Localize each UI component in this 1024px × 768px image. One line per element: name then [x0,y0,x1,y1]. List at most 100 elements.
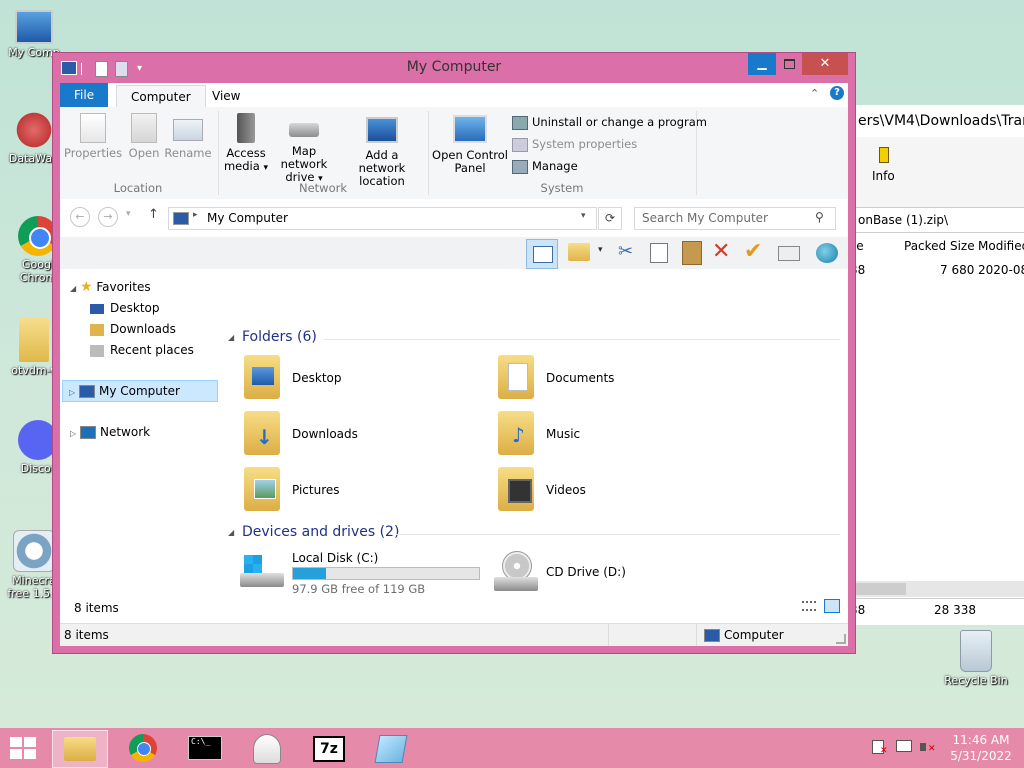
forward-arrow-icon: → [103,210,113,223]
computer-icon [173,212,189,225]
bg-address[interactable]: onBase (1).zip\ [846,207,1024,233]
col-packed-size[interactable]: Packed Size [904,235,975,257]
rename-small-icon[interactable] [778,246,800,261]
navigation-pane: ◢ ★ Favorites Desktop Downloads Recent p… [60,273,220,623]
maximize-button[interactable] [776,53,802,75]
copy-icon[interactable] [650,243,668,263]
start-button[interactable] [10,737,38,759]
preview-pane-button[interactable] [526,239,558,269]
system-properties-button[interactable]: System properties [512,135,637,153]
help-icon[interactable]: ? [830,86,844,100]
folder-item-music[interactable]: ♪ Music [494,409,734,459]
folder-item-videos[interactable]: Videos [494,465,734,515]
ribbon: Properties Open Rename Location Access m… [60,107,848,200]
refresh-button[interactable]: ⟳ [598,207,622,230]
tab-file[interactable]: File [60,83,109,107]
properties-button[interactable]: Properties [64,113,122,160]
chevron-right-icon: ▸ [193,210,198,220]
minimize-button[interactable]: ▁ [748,53,776,75]
preview-pane-icon [533,246,553,263]
resize-grip-icon[interactable] [836,634,846,644]
rename-button[interactable]: Rename [164,113,212,160]
globe-icon[interactable] [816,243,838,263]
tab-computer[interactable]: Computer [116,85,206,108]
search-input[interactable]: Search My Computer ⚲ [634,207,836,230]
clock[interactable]: 11:46 AM 5/31/2022 [948,732,1014,764]
collapse-drives-icon[interactable]: ◢ [228,528,234,537]
open-control-panel-button[interactable]: Open Control Panel [432,113,508,175]
taskbar-file-explorer[interactable] [52,730,108,768]
manage-button[interactable]: Manage [512,157,578,175]
up-button[interactable]: ↑ [148,207,159,222]
address-dropdown-icon[interactable]: ▾ [581,211,586,221]
title-bar[interactable]: ▾ My Computer ▁ ✕ [53,53,855,83]
large-icons-view-icon[interactable] [824,599,840,613]
background-window[interactable]: ers\VM4\Downloads\Tran e Info onBase (1)… [845,105,1024,625]
taskbar-chrome[interactable] [116,730,170,766]
folder-item-pictures[interactable]: Pictures [240,465,480,515]
uninstall-program-button[interactable]: Uninstall or change a program [512,113,707,131]
tree-item-network[interactable]: ▷ Network [70,422,150,442]
new-folder-icon[interactable] [568,243,590,261]
network-tray-icon[interactable] [896,740,912,756]
open-button[interactable]: Open [126,113,162,160]
collapse-folders-icon[interactable]: ◢ [228,333,234,342]
folder-menu-chevron-icon[interactable]: ▾ [598,245,603,255]
status-location: Computer [724,628,784,642]
folders-section-header[interactable]: Folders (6) [242,329,317,345]
taskbar-7zip[interactable]: 7z [302,730,356,766]
command-bar: ▾ ✂ ✕ ✔ [60,237,848,269]
expanded-arrow-icon: ◢ [70,284,77,293]
programs-icon [512,115,528,130]
address-bar[interactable]: ▸ My Computer ▾ [168,207,597,230]
taskbar-java-app[interactable] [240,730,294,766]
table-row[interactable]: 38 7 680 2020-08- [846,259,1024,281]
taskbar-notepad[interactable] [364,730,418,766]
status-item-count: 8 items [64,628,109,642]
cut-icon[interactable]: ✂ [618,241,633,262]
tree-item-recent-places[interactable]: Recent places [90,340,194,360]
taskbar-command-prompt[interactable]: C:\_ [178,730,232,766]
tree-item-my-computer[interactable]: ▷ My Computer [62,380,218,402]
group-label-location: Location [113,181,163,195]
bg-hscrollbar[interactable] [846,581,1024,597]
paste-icon[interactable] [682,241,702,265]
action-center-icon[interactable]: ✕ [872,740,888,756]
forward-button[interactable]: → [98,207,118,227]
close-button[interactable]: ✕ [802,53,848,75]
col-modified[interactable]: Modified [978,235,1024,257]
drives-section-header[interactable]: Devices and drives (2) [242,524,399,540]
bg-window-toolbar: e Info [846,137,1024,207]
properties-icon [80,113,106,143]
bg-column-headers: ze Packed Size Modified [846,235,1024,257]
bg-info-button[interactable]: Info [872,169,895,183]
drive-item-cd-drive[interactable]: CD Drive (D:) [494,549,734,597]
map-network-drive-button[interactable]: Map network drive ▾ [268,113,340,186]
desktop-icon-recycle-bin[interactable]: Recycle Bin [940,630,1012,687]
explorer-window[interactable]: ▾ My Computer ▁ ✕ File Computer View ⌃ ?… [52,52,856,654]
back-button[interactable]: ← [70,207,90,227]
tree-item-downloads[interactable]: Downloads [90,319,176,339]
tab-view[interactable]: View [198,85,254,107]
rename-icon [173,119,203,141]
folder-item-documents[interactable]: Documents [494,353,734,403]
delete-icon[interactable]: ✕ [712,239,730,264]
downloads-icon [90,323,104,336]
drive-item-local-disk[interactable]: Local Disk (C:) 97.9 GB free of 119 GB [240,549,480,597]
windows-logo-icon [10,737,36,759]
collapse-ribbon-icon[interactable]: ⌃ [810,87,819,100]
drive-free-space: 97.9 GB free of 119 GB [292,582,426,596]
recent-locations-button[interactable]: ▾ [126,209,131,219]
collapsed-arrow-icon: ▷ [70,429,77,438]
access-media-button[interactable]: Access media ▾ [222,113,270,175]
tree-item-desktop[interactable]: Desktop [90,298,160,318]
details-view-icon[interactable] [802,601,816,613]
folder-item-desktop[interactable]: Desktop [240,353,480,403]
folder-item-downloads[interactable]: ↓ Downloads [240,409,480,459]
tree-item-favorites[interactable]: ◢ ★ Favorites [70,277,151,297]
add-network-location-button[interactable]: Add a network location [342,113,422,188]
checkmark-icon[interactable]: ✔ [744,239,762,264]
media-server-icon [237,113,255,143]
volume-muted-icon[interactable]: ✕ [920,740,936,756]
chrome-icon [129,734,157,762]
